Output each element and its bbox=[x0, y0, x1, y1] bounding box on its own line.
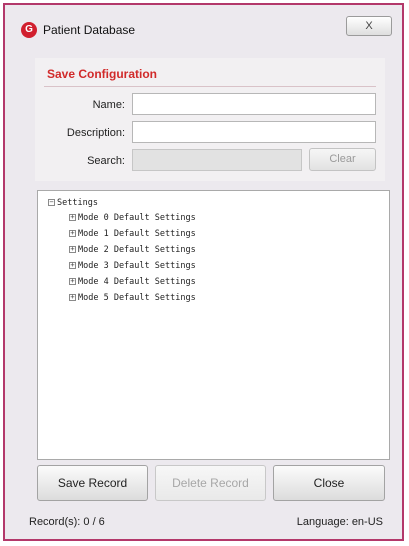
patient-database-window: G Patient Database X Save Configuration … bbox=[3, 3, 404, 541]
expand-icon[interactable]: + bbox=[69, 262, 76, 269]
save-record-button[interactable]: Save Record bbox=[37, 465, 148, 501]
tree-root-label: Settings bbox=[57, 198, 98, 208]
save-configuration-group: Save Configuration Name: Description: Se… bbox=[35, 58, 385, 181]
tree-item-label: Mode 2 Default Settings bbox=[78, 245, 196, 255]
tree-item[interactable]: + Mode 5 Default Settings bbox=[69, 292, 196, 304]
tree-item-label: Mode 4 Default Settings bbox=[78, 277, 196, 287]
group-title: Save Configuration bbox=[47, 67, 158, 81]
close-button[interactable]: Close bbox=[273, 465, 385, 501]
tree-item-label: Mode 0 Default Settings bbox=[78, 213, 196, 223]
tree-item-label: Mode 3 Default Settings bbox=[78, 261, 196, 271]
title-bar: G Patient Database X bbox=[5, 5, 402, 45]
tree-root[interactable]: − Settings bbox=[48, 197, 98, 209]
description-field[interactable] bbox=[132, 121, 376, 143]
expand-icon[interactable]: + bbox=[69, 294, 76, 301]
expand-icon[interactable]: + bbox=[69, 214, 76, 221]
search-label: Search: bbox=[87, 155, 125, 167]
delete-record-button[interactable]: Delete Record bbox=[155, 465, 266, 501]
expand-icon[interactable]: + bbox=[69, 246, 76, 253]
group-divider bbox=[44, 86, 376, 87]
language-indicator: Language: en-US bbox=[296, 516, 383, 528]
tree-item-label: Mode 1 Default Settings bbox=[78, 229, 196, 239]
app-logo-icon: G bbox=[21, 22, 37, 38]
tree-item[interactable]: + Mode 0 Default Settings bbox=[69, 212, 196, 224]
tree-item-label: Mode 5 Default Settings bbox=[78, 293, 196, 303]
record-count: Record(s): 0 / 6 bbox=[29, 516, 105, 528]
tree-item[interactable]: + Mode 1 Default Settings bbox=[69, 228, 196, 240]
name-field[interactable] bbox=[132, 93, 376, 115]
expand-icon[interactable]: + bbox=[69, 230, 76, 237]
tree-item[interactable]: + Mode 4 Default Settings bbox=[69, 276, 196, 288]
tree-item[interactable]: + Mode 3 Default Settings bbox=[69, 260, 196, 272]
settings-tree[interactable]: − Settings + Mode 0 Default Settings + Mode… bbox=[37, 190, 390, 460]
tree-item[interactable]: + Mode 2 Default Settings bbox=[69, 244, 196, 256]
window-title: Patient Database bbox=[43, 23, 136, 37]
description-label: Description: bbox=[66, 127, 125, 139]
clear-button[interactable]: Clear bbox=[309, 148, 376, 171]
collapse-icon[interactable]: − bbox=[48, 199, 55, 206]
close-window-button[interactable]: X bbox=[346, 16, 392, 36]
name-label: Name: bbox=[92, 99, 125, 111]
expand-icon[interactable]: + bbox=[69, 278, 76, 285]
search-input[interactable] bbox=[132, 149, 302, 171]
